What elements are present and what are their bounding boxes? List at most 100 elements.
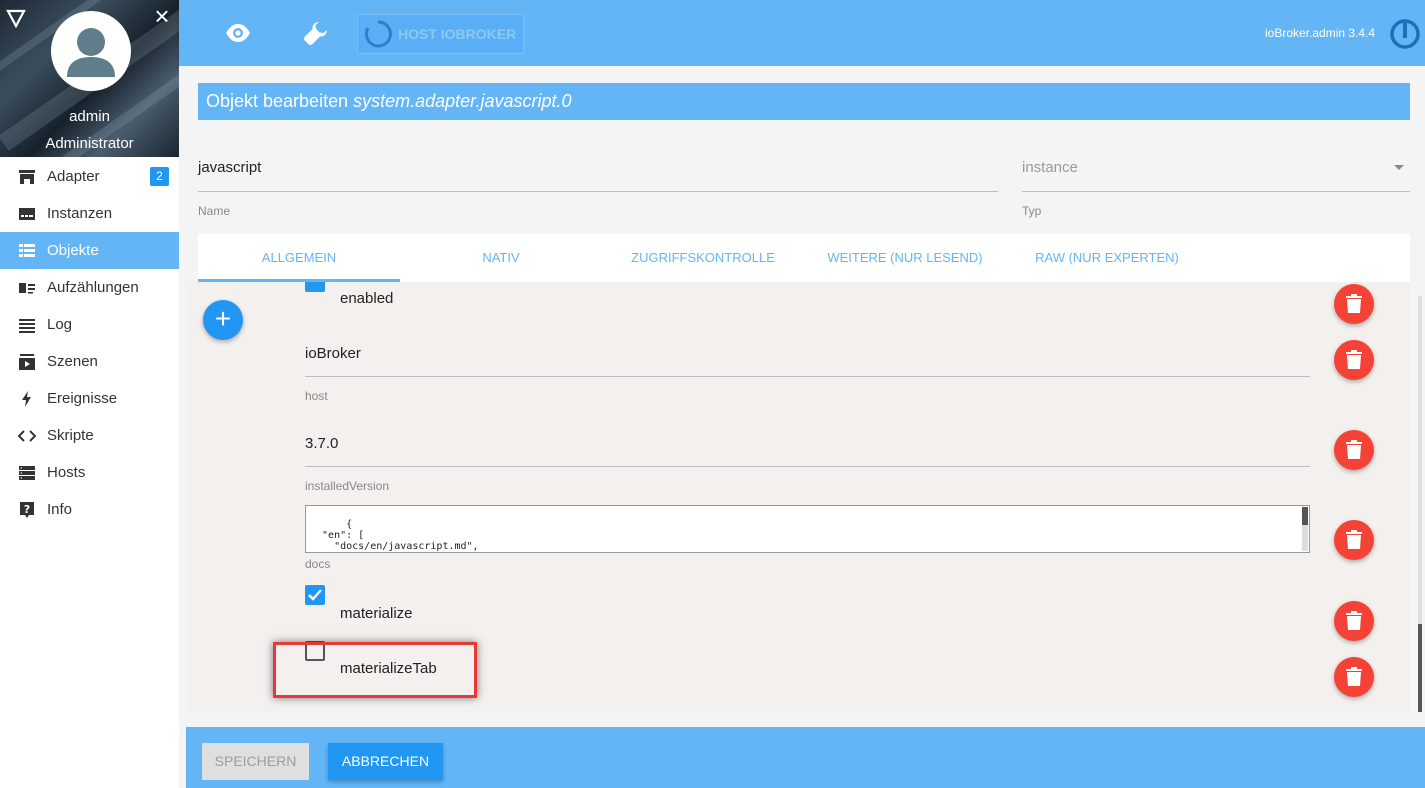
host-label: host <box>305 389 328 403</box>
scenes-icon <box>18 353 36 371</box>
iobroker-logo-icon <box>1390 19 1420 49</box>
installed-version-input[interactable]: 3.7.0 <box>305 430 1310 467</box>
trash-icon <box>1346 440 1362 459</box>
sidebar-item-label: Objekte <box>47 242 99 259</box>
avatar <box>51 11 131 91</box>
instances-icon <box>18 205 36 223</box>
save-button[interactable]: SPEICHERN <box>202 743 309 780</box>
user-name: admin <box>69 108 110 125</box>
code-icon <box>18 427 36 445</box>
sidebar-item-hosts[interactable]: Hosts <box>0 454 179 491</box>
sidebar-item-label: Log <box>47 316 73 333</box>
tab-nativ[interactable]: NATIV <box>400 234 602 282</box>
sidebar-item-label: Szenen <box>47 353 98 370</box>
main-area: Objekt bearbeiten system.adapter.javascr… <box>179 66 1425 788</box>
sidebar-item-aufzaehlungen[interactable]: Aufzählungen <box>0 269 179 306</box>
installed-version-field[interactable]: 3.7.0 installedVersion <box>305 430 1310 493</box>
sidebar-item-label: Info <box>47 501 73 518</box>
trash-icon <box>1346 294 1362 313</box>
name-input[interactable]: javascript <box>198 156 998 192</box>
sidebar-item-skripte[interactable]: Skripte <box>0 417 179 454</box>
help-icon: ? <box>18 501 36 519</box>
dialog-title: Objekt bearbeiten system.adapter.javascr… <box>198 83 1410 120</box>
wrench-icon[interactable] <box>303 20 329 46</box>
tab-allgemein[interactable]: ALLGEMEIN <box>198 234 400 282</box>
type-select-value: instance <box>1022 159 1078 176</box>
table-icon <box>18 242 36 260</box>
materialize-label: materialize <box>340 605 413 622</box>
enabled-label: enabled <box>340 290 394 307</box>
bolt-icon <box>18 390 36 408</box>
name-field[interactable]: javascript Name <box>198 156 998 218</box>
close-icon[interactable]: × <box>150 3 174 29</box>
installed-version-label: installedVersion <box>305 479 390 493</box>
delete-materialize-tab-button[interactable] <box>1334 657 1374 697</box>
hosts-icon <box>18 464 36 482</box>
sidebar-item-log[interactable]: Log <box>0 306 179 343</box>
tab-zugriffskontrolle[interactable]: ZUGRIFFSKONTROLLE <box>602 234 804 282</box>
eye-icon[interactable] <box>225 22 251 44</box>
sidebar-item-objekte[interactable]: Objekte <box>0 232 179 269</box>
list-icon <box>18 316 36 334</box>
trash-icon <box>1346 530 1362 549</box>
delete-host-button[interactable] <box>1334 340 1374 380</box>
dialog-title-prefix: Objekt bearbeiten <box>206 91 349 111</box>
tab-raw[interactable]: RAW (NUR EXPERTEN) <box>1006 234 1208 282</box>
type-select[interactable]: instance <box>1022 156 1410 192</box>
loading-spinner-icon <box>364 20 392 48</box>
add-attribute-button[interactable]: + <box>203 300 243 340</box>
docs-scrollbar-thumb[interactable] <box>1302 507 1308 525</box>
host-button[interactable]: HOST IOBROKER <box>357 14 524 54</box>
version-label: ioBroker.admin 3.4.4 <box>1265 26 1376 40</box>
docs-textarea[interactable]: { "en": [ "docs/en/javascript.md", "docs… <box>305 505 1310 553</box>
tab-weitere[interactable]: WEITERE (NUR LESEND) <box>804 234 1006 282</box>
cancel-button[interactable]: ABBRECHEN <box>328 743 443 780</box>
svg-text:?: ? <box>24 503 30 516</box>
type-label: Typ <box>1022 204 1042 218</box>
delete-installed-version-button[interactable] <box>1334 430 1374 470</box>
sidebar-item-label: Ereignisse <box>47 390 118 407</box>
adapter-update-badge: 2 <box>150 167 169 186</box>
sidebar-item-label: Skripte <box>47 427 94 444</box>
sidebar-item-label: Aufzählungen <box>47 279 139 296</box>
top-bar: HOST IOBROKER ioBroker.admin 3.4.4 <box>179 0 1425 66</box>
common-fields-panel: + enabled ioBroker host 3.7.0 installedV… <box>186 282 1410 712</box>
sidebar-item-label: Hosts <box>47 464 86 481</box>
trash-icon <box>1346 667 1362 686</box>
delete-materialize-button[interactable] <box>1334 601 1374 641</box>
type-field[interactable]: instance Typ <box>1022 156 1410 218</box>
dialog-title-object: system.adapter.javascript.0 <box>353 91 572 111</box>
materialize-checkbox[interactable] <box>305 585 325 605</box>
host-button-label: HOST IOBROKER <box>398 26 517 42</box>
docs-label: docs <box>305 557 331 571</box>
sidebar-item-ereignisse[interactable]: Ereignisse <box>0 380 179 417</box>
store-icon <box>18 168 36 186</box>
nav-menu: Adapter 2 Instanzen Objekte Aufzählungen <box>0 158 179 528</box>
sidebar-item-szenen[interactable]: Szenen <box>0 343 179 380</box>
host-input[interactable]: ioBroker <box>305 340 1310 377</box>
check-icon <box>308 589 322 601</box>
name-label: Name <box>198 204 231 218</box>
enum-icon <box>18 279 36 297</box>
sidebar-item-label: Adapter <box>47 168 100 185</box>
sidebar-item-instanzen[interactable]: Instanzen <box>0 195 179 232</box>
host-field[interactable]: ioBroker host <box>305 340 1310 403</box>
delete-enabled-button[interactable] <box>1334 284 1374 324</box>
profile-header: × admin Administrator <box>0 0 179 157</box>
sidebar-item-label: Instanzen <box>47 205 113 222</box>
sidebar-item-adapter[interactable]: Adapter 2 <box>0 158 179 195</box>
panel-scrollbar-thumb[interactable] <box>1418 624 1422 712</box>
sidebar-item-info[interactable]: ? Info <box>0 491 179 528</box>
docs-textarea-content: { "en": [ "docs/en/javascript.md", "docs… <box>322 519 479 552</box>
menu-toggle-icon[interactable] <box>6 8 26 28</box>
sidebar: × admin Administrator Adapter 2 Instanze… <box>0 0 179 788</box>
caret-down-icon <box>1394 165 1404 170</box>
trash-icon <box>1346 350 1362 369</box>
materialize-tab-label: materializeTab <box>340 660 437 677</box>
tab-bar: ALLGEMEIN NATIV ZUGRIFFSKONTROLLE WEITER… <box>198 234 1410 282</box>
delete-docs-button[interactable] <box>1334 520 1374 560</box>
user-role: Administrator <box>45 135 134 152</box>
materialize-tab-checkbox[interactable] <box>305 641 325 661</box>
dialog-actions: SPEICHERN ABBRECHEN <box>186 727 1425 788</box>
enabled-checkbox[interactable] <box>305 282 325 292</box>
